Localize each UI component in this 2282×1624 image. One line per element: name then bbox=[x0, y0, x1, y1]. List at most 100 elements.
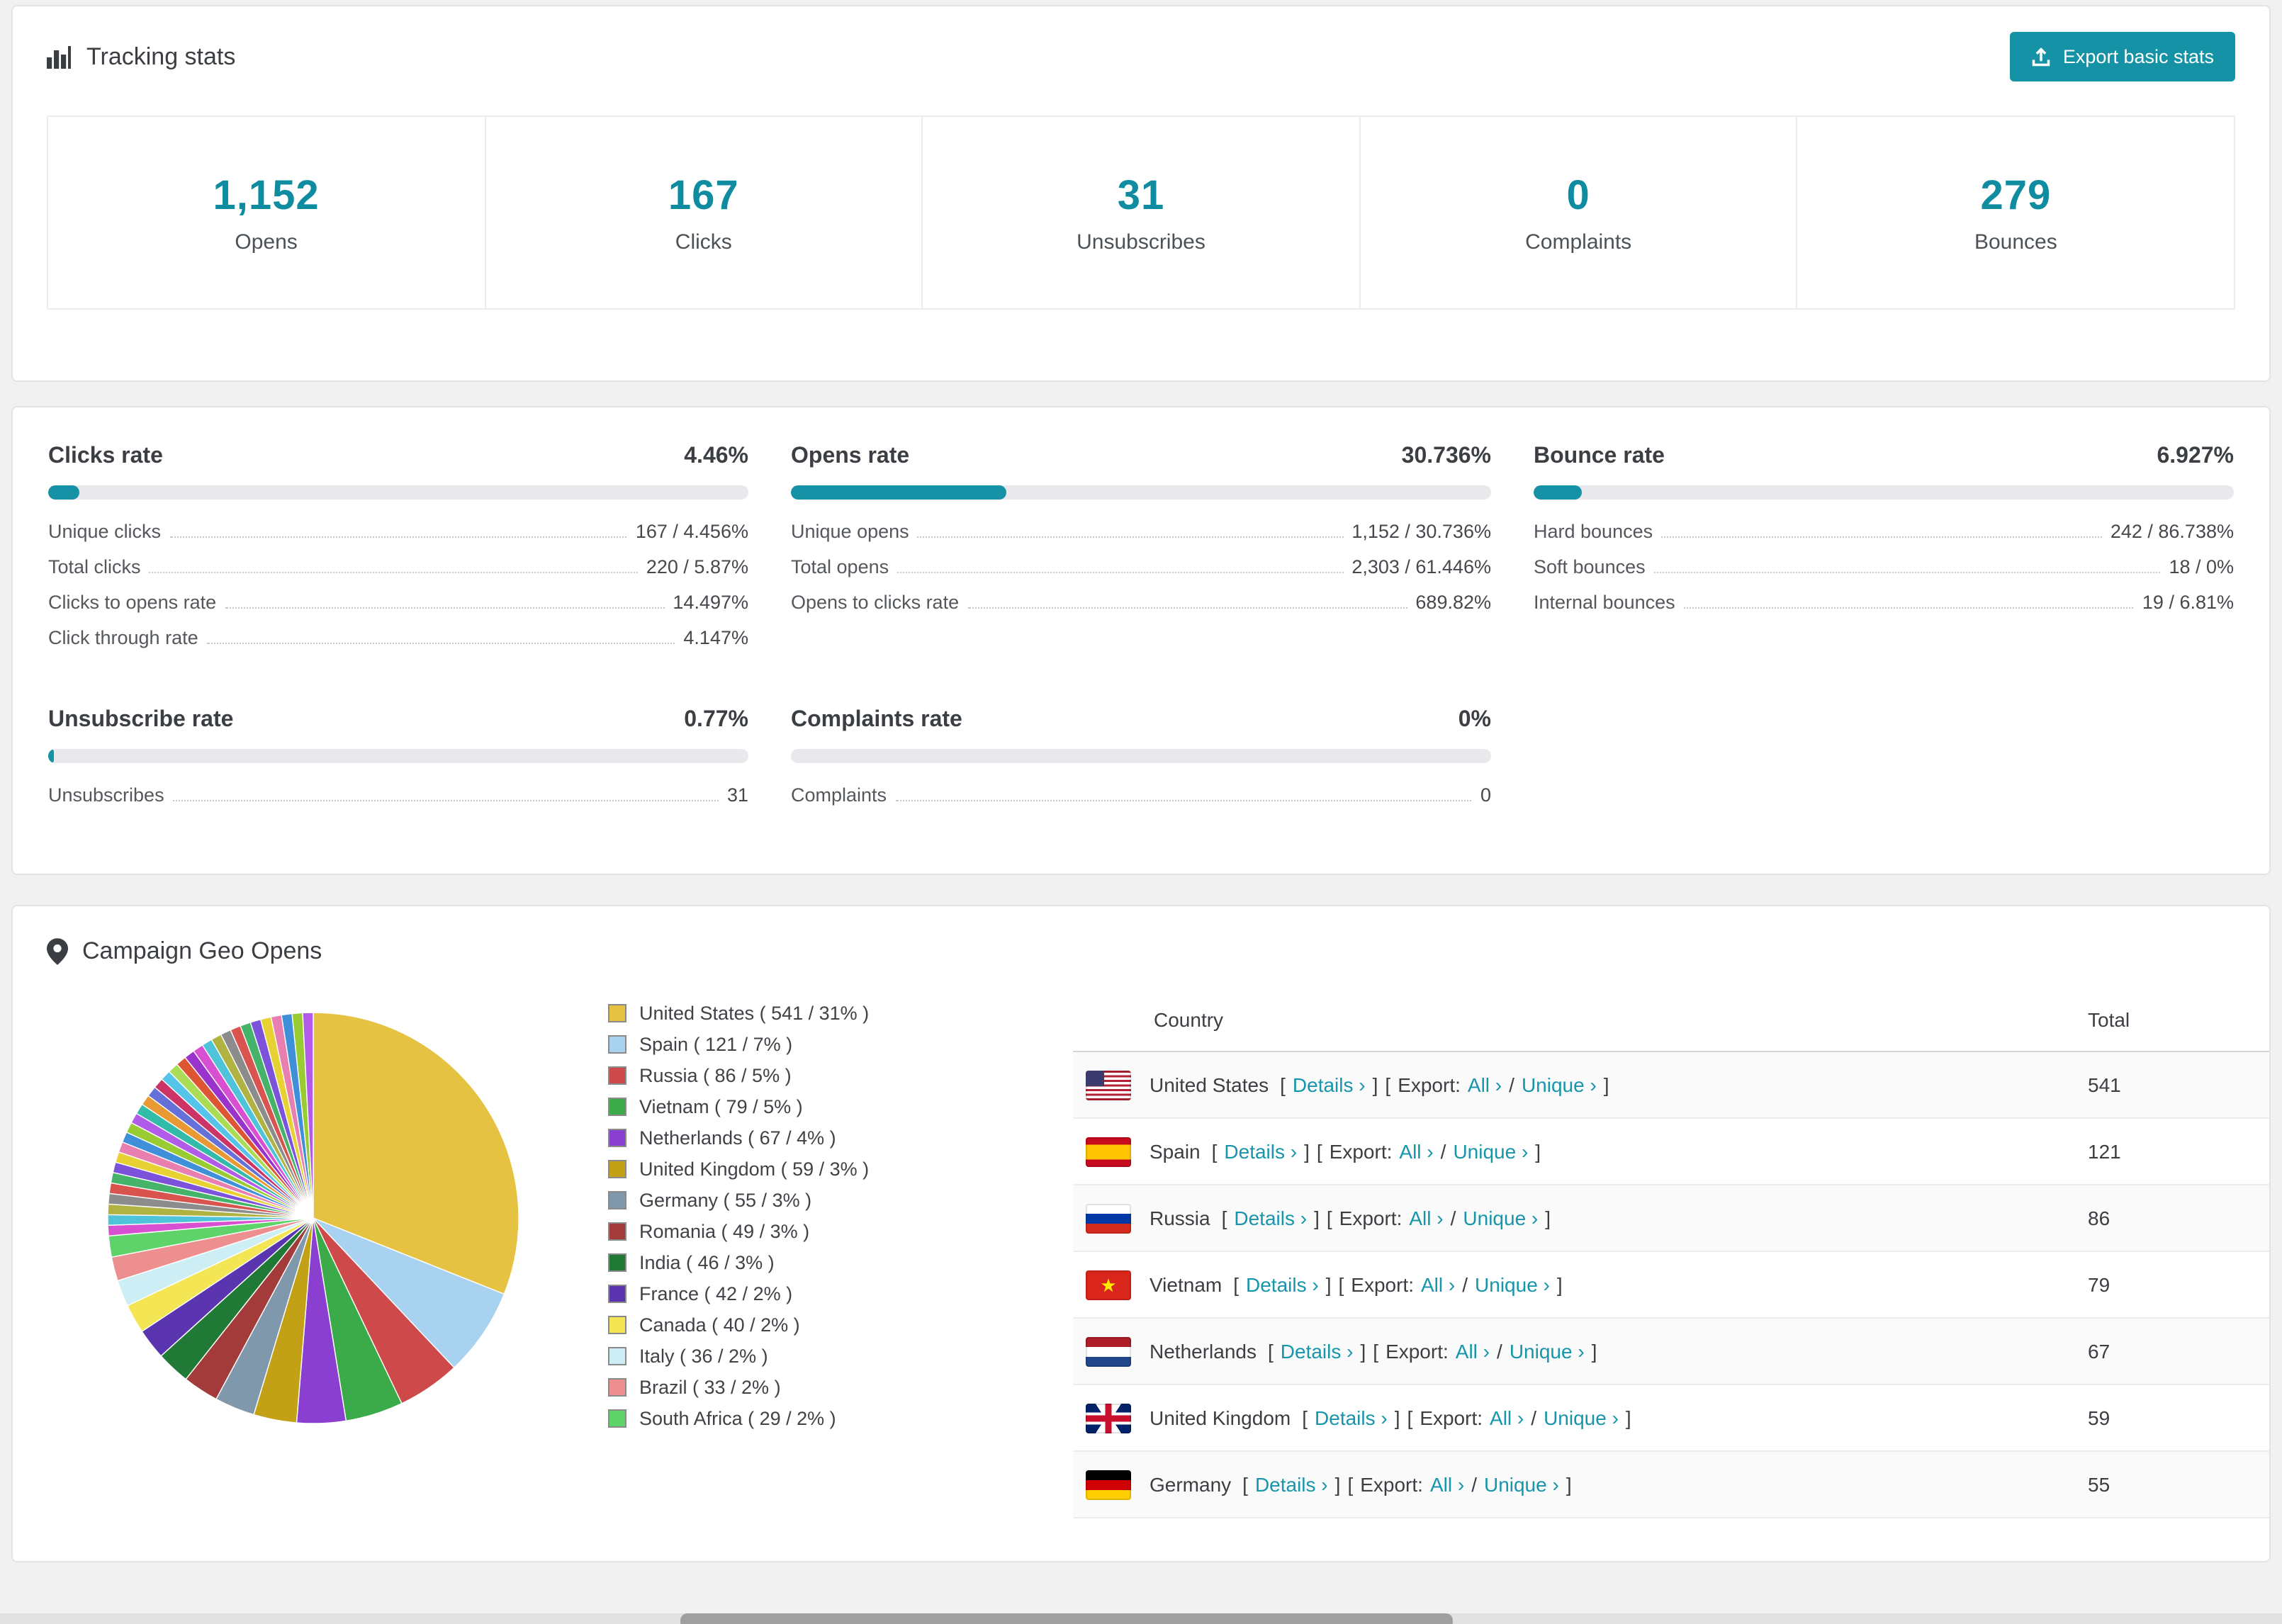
complaints-label: Complaints bbox=[1525, 230, 1632, 254]
export-all-link[interactable]: All › bbox=[1490, 1406, 1524, 1429]
geo-row-russia: Russia [Details ›] [Export: All › / Unique… bbox=[1073, 1185, 2269, 1252]
opens-rate-progress-fill bbox=[791, 485, 1006, 500]
stat-line: Unique opens 1,152 / 30.736% bbox=[791, 521, 1491, 542]
legend-swatch bbox=[608, 1066, 626, 1085]
bracket: ] bbox=[1625, 1406, 1631, 1429]
geo-table-header: Country Total bbox=[1073, 988, 2269, 1052]
export-unique-link[interactable]: Unique › bbox=[1475, 1273, 1550, 1296]
export-label: Export: bbox=[1360, 1473, 1423, 1496]
country-column-header: Country bbox=[1154, 1008, 1224, 1031]
dotted-leader bbox=[1661, 536, 2102, 538]
dotted-leader bbox=[895, 800, 1472, 801]
export-all-link[interactable]: All › bbox=[1430, 1473, 1464, 1496]
horizontal-scrollbar-thumb[interactable] bbox=[680, 1613, 1453, 1624]
export-all-link[interactable]: All › bbox=[1468, 1073, 1502, 1096]
stat-line: Complaints 0 bbox=[791, 784, 1491, 806]
rates-card: Clicks rate 4.46% Unique clicks 167 / 4.4… bbox=[11, 406, 2271, 875]
uk-flag-icon bbox=[1086, 1403, 1131, 1433]
details-link[interactable]: Details › bbox=[1255, 1473, 1328, 1496]
dotted-leader bbox=[172, 800, 719, 801]
clicks-rate-block: Clicks rate 4.46% Unique clicks 167 / 4.4… bbox=[48, 444, 748, 648]
slash: / bbox=[1471, 1473, 1477, 1496]
opens-rate-value: 30.736% bbox=[1401, 444, 1491, 468]
geo-opens-title: Campaign Geo Opens bbox=[82, 937, 322, 964]
stat-label: Unsubscribes bbox=[48, 784, 164, 806]
dotted-leader bbox=[897, 572, 1344, 573]
legend-item: Romania ( 49 / 3% ) bbox=[608, 1221, 1033, 1242]
geo-row-united-kingdom: United Kingdom [Details ›] [Export: All … bbox=[1073, 1385, 2269, 1452]
details-link[interactable]: Details › bbox=[1224, 1140, 1297, 1163]
export-unique-link[interactable]: Unique › bbox=[1453, 1140, 1528, 1163]
country-name: Netherlands bbox=[1150, 1340, 1257, 1363]
stat-label: Total opens bbox=[791, 556, 889, 577]
country-total: 67 bbox=[2088, 1340, 2110, 1363]
bounces-label: Bounces bbox=[1974, 230, 2057, 254]
dotted-leader bbox=[917, 536, 1344, 538]
export-label: Export: bbox=[1339, 1207, 1403, 1229]
clicks-rate-title: Clicks rate bbox=[48, 444, 163, 468]
details-link[interactable]: Details › bbox=[1234, 1207, 1307, 1229]
stat-line: Total clicks 220 / 5.87% bbox=[48, 556, 748, 577]
legend-swatch bbox=[608, 1160, 626, 1178]
details-link[interactable]: Details › bbox=[1246, 1273, 1319, 1296]
export-unique-link[interactable]: Unique › bbox=[1544, 1406, 1619, 1429]
clicks-count: 167 bbox=[668, 174, 739, 219]
bracket: [ bbox=[1280, 1073, 1286, 1096]
dotted-leader bbox=[1653, 572, 2161, 573]
stat-value: 4.147% bbox=[683, 627, 748, 648]
details-link[interactable]: Details › bbox=[1293, 1073, 1366, 1096]
bracket: ] bbox=[1591, 1340, 1597, 1363]
stat-label: Internal bounces bbox=[1534, 592, 1675, 613]
country-name: Germany bbox=[1150, 1473, 1232, 1496]
legend-swatch bbox=[608, 1253, 626, 1272]
export-unique-link[interactable]: Unique › bbox=[1510, 1340, 1585, 1363]
geo-opens-card: Campaign Geo Opens United States ( 541 /… bbox=[11, 905, 2271, 1562]
legend-swatch bbox=[608, 1098, 626, 1116]
country-total: 79 bbox=[2088, 1273, 2110, 1296]
geo-opens-header: Campaign Geo Opens bbox=[13, 937, 2269, 966]
stat-strip: 1,152 Opens 167 Clicks 31 Unsubscribes 0… bbox=[47, 115, 2235, 310]
export-all-link[interactable]: All › bbox=[1421, 1273, 1455, 1296]
export-all-link[interactable]: All › bbox=[1456, 1340, 1490, 1363]
tracking-stats-card: Tracking stats Export basic stats 1,152 … bbox=[11, 5, 2271, 382]
total-column-header: Total bbox=[2088, 1008, 2130, 1031]
legend-swatch bbox=[608, 1347, 626, 1365]
opens-rate-title: Opens rate bbox=[791, 444, 910, 468]
complaints-count: 0 bbox=[1566, 174, 1590, 219]
details-link[interactable]: Details › bbox=[1281, 1340, 1354, 1363]
opens-label: Opens bbox=[235, 230, 298, 254]
slash: / bbox=[1531, 1406, 1537, 1429]
complaints-rate-value: 0% bbox=[1458, 708, 1491, 732]
export-unique-link[interactable]: Unique › bbox=[1463, 1207, 1538, 1229]
legend-label: Germany ( 55 / 3% ) bbox=[639, 1190, 812, 1211]
legend-label: Spain ( 121 / 7% ) bbox=[639, 1034, 793, 1055]
details-link[interactable]: Details › bbox=[1315, 1406, 1388, 1429]
legend-label: United Kingdom ( 59 / 3% ) bbox=[639, 1158, 870, 1180]
complaints-rate-block: Complaints rate 0% Complaints 0 bbox=[791, 708, 1491, 806]
bar-chart-icon bbox=[47, 44, 72, 69]
stat-label: Complaints bbox=[791, 784, 887, 806]
export-all-link[interactable]: All › bbox=[1399, 1140, 1433, 1163]
legend-swatch bbox=[608, 1285, 626, 1303]
export-icon bbox=[2032, 47, 2052, 67]
dotted-leader bbox=[206, 643, 675, 644]
stat-box-opens: 1,152 Opens bbox=[47, 115, 486, 310]
country-total: 55 bbox=[2088, 1473, 2110, 1496]
export-unique-link[interactable]: Unique › bbox=[1522, 1073, 1597, 1096]
legend-label: Italy ( 36 / 2% ) bbox=[639, 1346, 768, 1367]
legend-label: Vietnam ( 79 / 5% ) bbox=[639, 1096, 803, 1117]
dotted-leader bbox=[149, 572, 638, 573]
stat-value: 689.82% bbox=[1415, 592, 1491, 613]
export-basic-stats-button[interactable]: Export basic stats bbox=[2010, 32, 2235, 81]
legend-label: Canada ( 40 / 2% ) bbox=[639, 1314, 800, 1336]
legend-swatch bbox=[608, 1316, 626, 1334]
unsubscribe-rate-value: 0.77% bbox=[684, 708, 748, 732]
bracket: [ bbox=[1407, 1406, 1413, 1429]
export-unique-link[interactable]: Unique › bbox=[1484, 1473, 1559, 1496]
legend-label: Netherlands ( 67 / 4% ) bbox=[639, 1127, 836, 1149]
unsubscribes-count: 31 bbox=[1117, 174, 1165, 219]
complaints-rate-title: Complaints rate bbox=[791, 708, 962, 732]
bracket: [ bbox=[1373, 1340, 1379, 1363]
export-all-link[interactable]: All › bbox=[1409, 1207, 1443, 1229]
legend-label: France ( 42 / 2% ) bbox=[639, 1283, 793, 1304]
